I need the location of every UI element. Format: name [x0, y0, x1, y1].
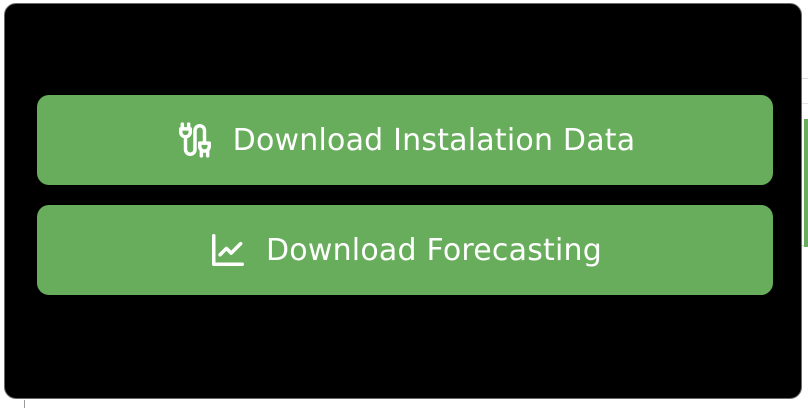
- plug-cable-icon: [175, 120, 215, 160]
- download-installation-data-button[interactable]: Download Instalation Data: [37, 95, 773, 185]
- download-dialog: Download Instalation Data Download Forec…: [4, 3, 802, 399]
- download-forecasting-label: Download Forecasting: [266, 232, 602, 268]
- background-accent-bar: [804, 119, 808, 247]
- line-chart-icon: [208, 230, 248, 270]
- background-edge: [24, 400, 25, 408]
- download-installation-data-label: Download Instalation Data: [232, 122, 636, 158]
- download-forecasting-button[interactable]: Download Forecasting: [37, 205, 773, 295]
